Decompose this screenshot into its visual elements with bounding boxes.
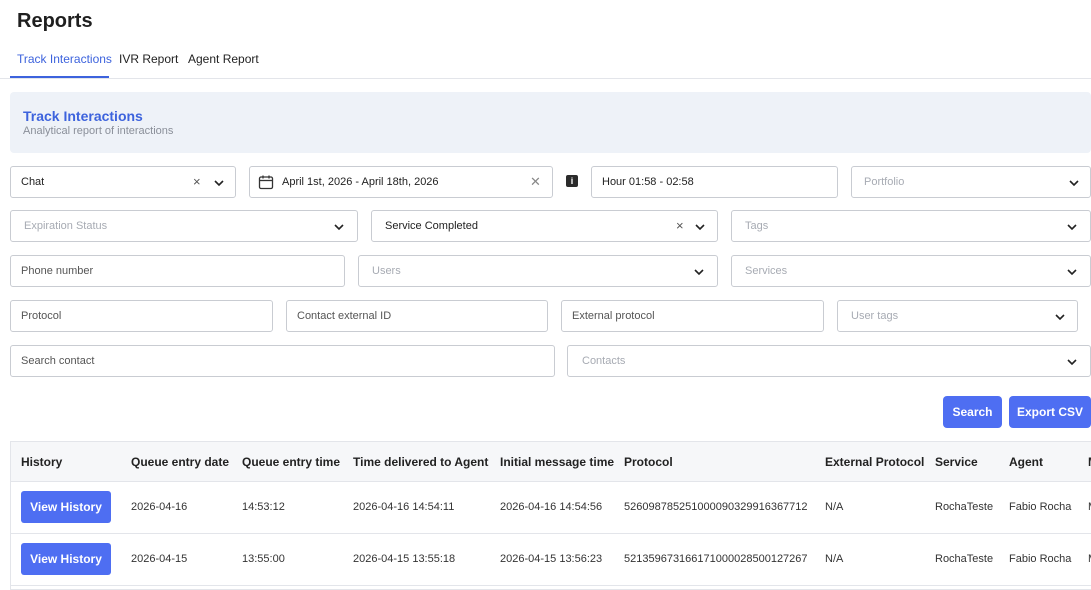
chevron-down-icon[interactable] <box>693 266 705 278</box>
column-header-agent: Agent <box>1009 455 1043 469</box>
clear-icon[interactable]: × <box>193 175 201 189</box>
table-row: View History 2026-04-16 14:53:12 2026-04… <box>11 482 1091 534</box>
queue-entry-date-cell: 2026-04-15 <box>131 553 188 565</box>
external-protocol-cell: N/A <box>825 553 844 565</box>
view-history-button[interactable]: View History <box>21 543 111 575</box>
chevron-down-icon[interactable] <box>1066 221 1078 233</box>
interactions-table: History Queue entry date Queue entry tim… <box>10 441 1091 590</box>
agent-cell: Fabio Rocha <box>1009 501 1072 513</box>
services-placeholder: Services <box>745 265 788 277</box>
protocol-input[interactable] <box>10 300 273 332</box>
column-header-queue-entry-time: Queue entry time <box>242 455 341 469</box>
user-tags-placeholder: User tags <box>851 310 899 322</box>
contact-external-id-field[interactable] <box>287 301 547 331</box>
chevron-down-icon[interactable] <box>1054 311 1066 323</box>
search-contact-input[interactable] <box>10 345 555 377</box>
chevron-down-icon[interactable] <box>694 221 706 233</box>
search-button[interactable]: Search <box>943 396 1002 428</box>
services-select[interactable]: Services <box>731 255 1091 287</box>
info-icon[interactable]: i <box>566 175 578 187</box>
service-status-value: Service Completed <box>385 220 478 232</box>
expiration-status-select[interactable]: Expiration Status <box>10 210 358 242</box>
clear-date-icon[interactable]: ✕ <box>530 175 541 189</box>
page-title: Reports <box>17 10 93 32</box>
chevron-down-icon[interactable] <box>1068 177 1080 189</box>
table-header: History Queue entry date Queue entry tim… <box>11 442 1091 482</box>
clear-icon[interactable]: × <box>676 219 684 233</box>
chevron-down-icon[interactable] <box>1066 266 1078 278</box>
tab-agent-report[interactable]: Agent Report <box>188 52 259 66</box>
column-header-protocol: Protocol <box>624 455 673 469</box>
active-tab-indicator <box>10 76 109 78</box>
time-delivered-cell: 2026-04-15 13:55:18 <box>353 553 456 565</box>
channel-value: Chat <box>21 176 45 188</box>
column-header-external-protocol: External Protocol <box>825 455 925 469</box>
column-header-history: History <box>21 455 63 469</box>
service-cell: RochaTeste <box>935 501 994 513</box>
calendar-icon <box>258 175 274 190</box>
queue-entry-time-cell: 14:53:12 <box>242 501 285 513</box>
hour-range-value: Hour 01:58 - 02:58 <box>602 176 694 188</box>
chevron-down-icon[interactable] <box>213 177 225 189</box>
column-header-time-delivered: Time delivered to Agent <box>353 455 489 469</box>
column-header-initial-message-time: Initial message time <box>500 455 615 469</box>
column-header-service: Service <box>935 455 978 469</box>
service-cell: RochaTeste <box>935 553 994 565</box>
expiration-status-placeholder: Expiration Status <box>24 220 108 232</box>
agent-cell: Fabio Rocha <box>1009 553 1072 565</box>
portfolio-select[interactable]: Portfolio <box>851 166 1091 198</box>
tab-ivr-report[interactable]: IVR Report <box>119 52 178 66</box>
external-protocol-input[interactable] <box>561 300 824 332</box>
tab-track-interactions[interactable]: Track Interactions <box>17 52 112 66</box>
contacts-select[interactable]: Contacts <box>567 345 1091 377</box>
banner-subtitle: Analytical report of interactions <box>23 125 174 137</box>
banner-title: Track Interactions <box>23 108 143 124</box>
tags-select[interactable]: Tags <box>731 210 1091 242</box>
export-csv-button[interactable]: Export CSV <box>1009 396 1091 428</box>
time-delivered-cell: 2026-04-16 14:54:11 <box>353 501 455 513</box>
date-range-value: April 1st, 2026 - April 18th, 2026 <box>282 176 439 188</box>
date-range-picker[interactable]: April 1st, 2026 - April 18th, 2026 ✕ <box>249 166 553 198</box>
queue-entry-date-cell: 2026-04-16 <box>131 501 188 513</box>
protocol-cell: 5213596731661710000285001272​67 <box>624 553 808 565</box>
section-banner: Track Interactions Analytical report of … <box>10 92 1091 153</box>
user-tags-select[interactable]: User tags <box>837 300 1078 332</box>
contacts-placeholder: Contacts <box>582 355 626 367</box>
initial-message-time-cell: 2026-04-15 13:56:23 <box>500 553 603 565</box>
initial-message-time-cell: 2026-04-16 14:54:56 <box>500 501 603 513</box>
external-protocol-cell: N/A <box>825 501 844 513</box>
hour-range-field[interactable]: Hour 01:58 - 02:58 <box>591 166 838 198</box>
tags-placeholder: Tags <box>745 220 769 232</box>
view-history-button[interactable]: View History <box>21 491 111 523</box>
column-header-queue-entry-date: Queue entry date <box>131 455 230 469</box>
protocol-field[interactable] <box>11 301 272 331</box>
chevron-down-icon[interactable] <box>333 221 345 233</box>
table-row: View History 2026-04-15 13:55:00 2026-04… <box>11 534 1091 586</box>
portfolio-placeholder: Portfolio <box>864 176 905 188</box>
report-tabs: Track Interactions IVR Report Agent Repo… <box>0 44 1091 79</box>
protocol-cell: 5260987852510000903299163677​12 <box>624 501 808 513</box>
phone-number-field[interactable] <box>11 256 344 286</box>
search-contact-field[interactable] <box>11 346 554 376</box>
contact-external-id-input[interactable] <box>286 300 548 332</box>
users-placeholder: Users <box>372 265 401 277</box>
service-status-select[interactable]: Service Completed × <box>371 210 718 242</box>
phone-number-input[interactable] <box>10 255 345 287</box>
external-protocol-field[interactable] <box>562 301 823 331</box>
queue-entry-time-cell: 13:55:00 <box>242 553 285 565</box>
users-select[interactable]: Users <box>358 255 718 287</box>
chevron-down-icon[interactable] <box>1066 356 1078 368</box>
channel-select[interactable]: Chat × <box>10 166 236 198</box>
